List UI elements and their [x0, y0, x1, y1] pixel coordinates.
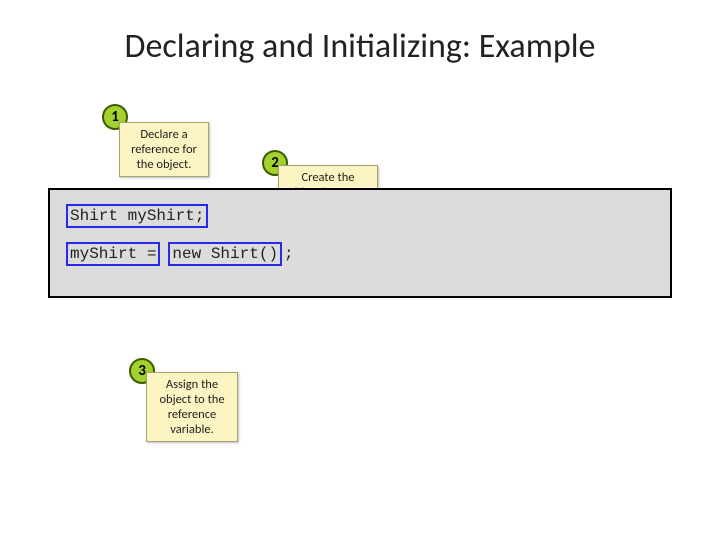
semicolon: ;	[284, 245, 294, 263]
step-note-1: Declare a reference for the object.	[119, 122, 209, 177]
code-line-1: Shirt myShirt;	[66, 204, 654, 228]
assignment-left-token: myShirt =	[66, 242, 160, 266]
declaration-token: Shirt myShirt;	[66, 204, 208, 228]
assignment-right-token: new Shirt()	[168, 242, 282, 266]
step-note-3: Assign the object to the reference varia…	[146, 372, 238, 442]
page-title: Declaring and Initializing: Example	[0, 26, 720, 67]
code-block: Shirt myShirt; myShirt = new Shirt() ;	[48, 188, 672, 298]
code-line-2: myShirt = new Shirt() ;	[66, 242, 654, 266]
slide: Declaring and Initializing: Example 1 De…	[0, 0, 720, 540]
